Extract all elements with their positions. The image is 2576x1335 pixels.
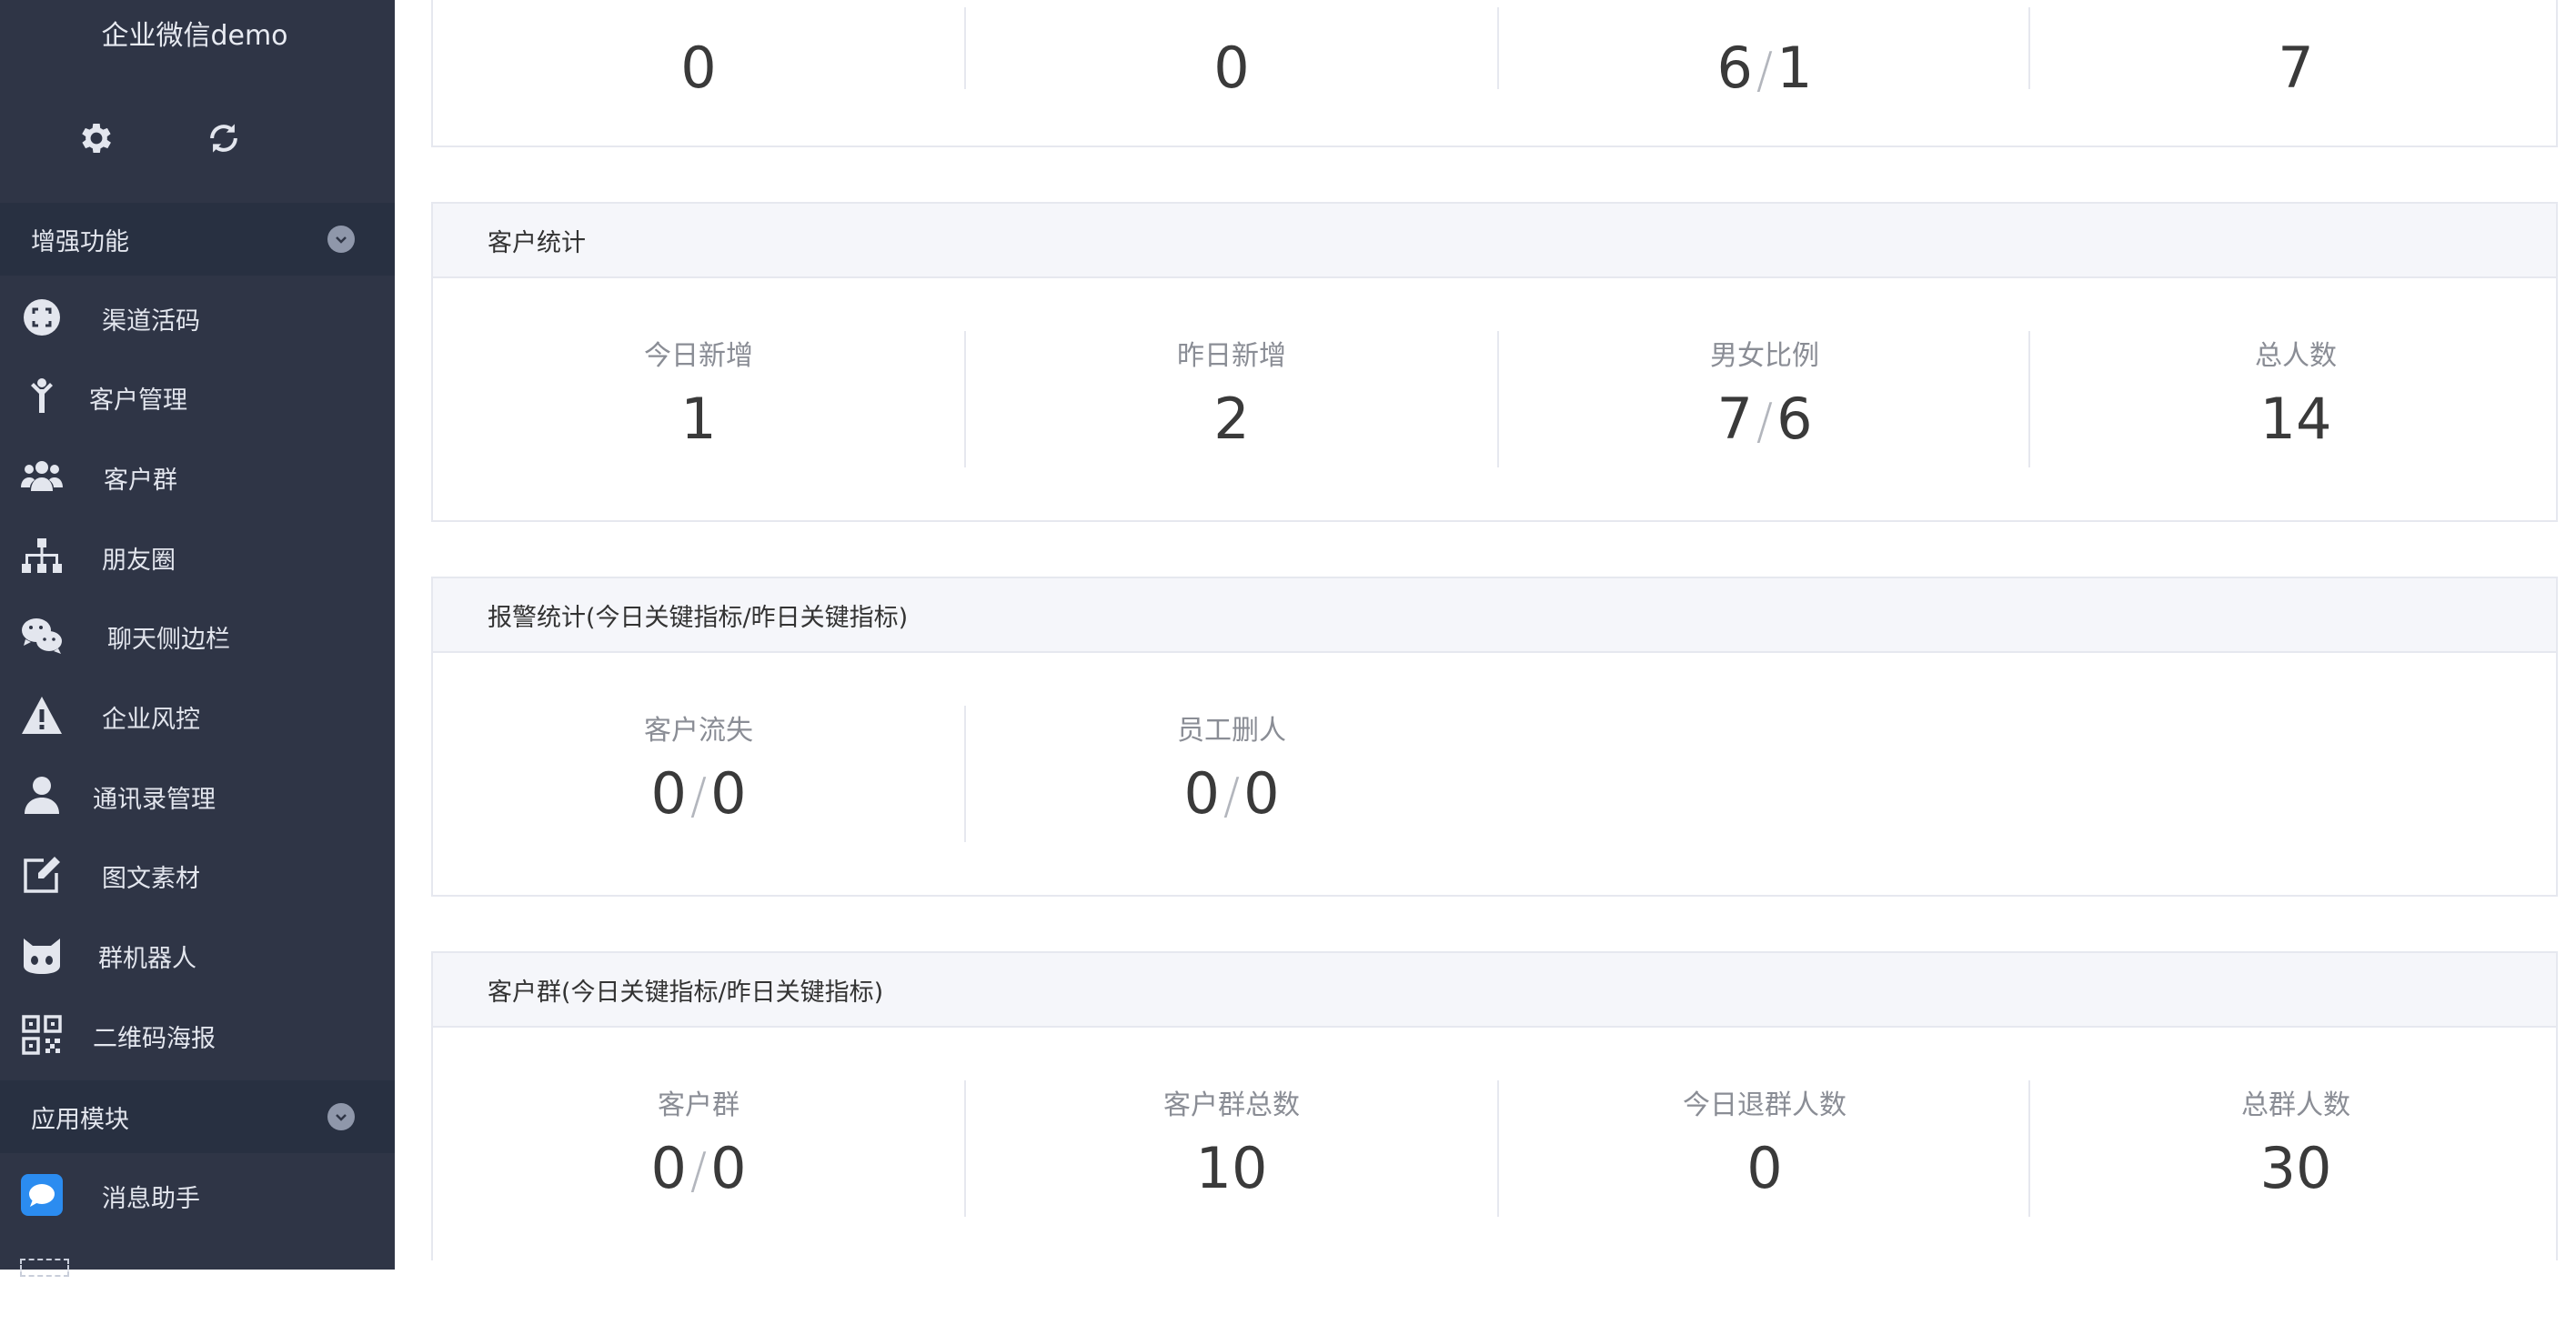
sidebar-item-group-robot[interactable]: 群机器人 (0, 915, 395, 993)
stat-label: 男女比例 (1710, 340, 1819, 372)
stat-value: 0 (1213, 35, 1250, 101)
sidebar-item-customer-group[interactable]: 客户群 (0, 437, 395, 515)
stat-value: 0 (650, 760, 687, 827)
group-stats-panel: 客户群(今日关键指标/昨日关键指标) 客户群 0/0 客户群总数 10 今日退群… (431, 951, 2558, 1260)
stat-group-total: 客户群总数 10 (966, 1082, 1497, 1197)
stat-total-people: 总人数 14 (2030, 333, 2561, 447)
stat-value: 6 (1716, 35, 1753, 101)
stat-gender-ratio: 男女比例 7/6 (1499, 333, 2030, 447)
stat-value: 0 (1746, 1135, 1783, 1201)
dashed-box-icon (20, 1259, 69, 1277)
stat-value: 7 (1716, 386, 1753, 452)
stat-today-new: 今日新增 1 (433, 333, 964, 447)
stat-value: 0 (1183, 760, 1220, 827)
sidebar-item-contacts[interactable]: 通讯录管理 (0, 756, 395, 834)
sidebar-item-customer-management[interactable]: 客户管理 (0, 356, 395, 435)
chat-bubble-icon (20, 1173, 64, 1217)
stat-value-secondary: 0 (710, 760, 747, 827)
stat-value: 30 (2259, 1135, 2332, 1201)
stat-value: 0 (680, 35, 717, 101)
refresh-icon[interactable] (204, 118, 244, 158)
panel-header: 报警统计(今日关键指标/昨日关键指标) (433, 578, 2556, 653)
stat-customer-group: 客户群 0/0 (433, 1082, 964, 1197)
stat-value-secondary: 0 (1243, 760, 1280, 827)
section-app-modules[interactable]: 应用模块 (0, 1080, 395, 1153)
panel-title: 客户统计 (488, 228, 586, 257)
stat-label: 客户群 (658, 1089, 740, 1121)
stat-value: 1 (680, 386, 717, 452)
edit-icon (20, 853, 64, 897)
stat-employee-delete: 员工删人 0/0 (966, 708, 1497, 822)
customer-stats-panel: 客户统计 今日新增 1 昨日新增 2 男女比例 7/6 总人数 14 (431, 202, 2558, 522)
summary-stat-4: 7 (2030, 22, 2561, 96)
value-separator: / (1756, 393, 1774, 450)
sidebar: 企业微信demo 增强功能 渠道活码 客户管理 客户群 朋友圈 聊天侧边栏 企业… (0, 0, 395, 1277)
stat-value-secondary: 0 (710, 1135, 747, 1201)
qrcode-scan-icon (20, 296, 64, 339)
panel-title: 客户群(今日关键指标/昨日关键指标) (488, 978, 884, 1007)
sidebar-toolbar (76, 118, 244, 158)
stat-label: 今日新增 (644, 340, 753, 372)
stat-value: 10 (1195, 1135, 1268, 1201)
panel-header: 客户统计 (433, 204, 2556, 278)
app-title: 企业微信demo (101, 20, 288, 52)
value-separator: / (1223, 768, 1241, 825)
stat-label: 总群人数 (2241, 1089, 2350, 1121)
stat-value: 7 (2278, 35, 2314, 101)
value-separator: / (1756, 42, 1774, 99)
section-enhanced-features[interactable]: 增强功能 (0, 203, 395, 276)
alert-stats: 客户流失 0/0 员工删人 0/0 (433, 653, 2556, 969)
stat-label: 客户群总数 (1163, 1089, 1300, 1121)
stat-value-secondary: 6 (1776, 386, 1813, 452)
group-stats: 客户群 0/0 客户群总数 10 今日退群人数 0 总群人数 30 (433, 1028, 2556, 1335)
value-separator: / (689, 1142, 708, 1199)
wechat-icon (20, 614, 64, 657)
stat-label: 总人数 (2255, 340, 2337, 372)
sitemap-icon (20, 535, 64, 578)
chevron-down-icon (327, 226, 355, 253)
stat-value: 2 (1213, 386, 1250, 452)
sidebar-item-message-assistant[interactable]: 消息助手 (0, 1155, 395, 1233)
stat-value: 0 (650, 1135, 687, 1201)
summary-stat-2: 0 (966, 22, 1497, 96)
sidebar-item-channel-code[interactable]: 渠道活码 (0, 277, 395, 356)
stat-value-secondary: 1 (1776, 35, 1813, 101)
stat-yesterday-new: 昨日新增 2 (966, 333, 1497, 447)
summary-panel: 0 0 6/1 7 (431, 0, 2558, 147)
sidebar-item-materials[interactable]: 图文素材 (0, 835, 395, 913)
person-icon (20, 375, 64, 418)
chevron-down-icon (327, 1103, 355, 1130)
qrcode-icon (20, 1013, 64, 1057)
stat-value: 14 (2259, 386, 2332, 452)
summary-stat-3: 6/1 (1499, 22, 2030, 96)
users-icon (20, 455, 64, 498)
alert-stats-panel: 报警统计(今日关键指标/昨日关键指标) 客户流失 0/0 员工删人 0/0 (431, 577, 2558, 897)
user-icon (20, 774, 64, 818)
sidebar-item-moments[interactable]: 朋友圈 (0, 517, 395, 595)
panel-header: 客户群(今日关键指标/昨日关键指标) (433, 953, 2556, 1028)
stat-label: 今日退群人数 (1683, 1089, 1846, 1121)
panel-title: 报警统计(今日关键指标/昨日关键指标) (488, 603, 909, 632)
summary-stats: 0 0 6/1 7 (433, 0, 2556, 146)
gear-icon[interactable] (76, 118, 116, 158)
stat-label: 昨日新增 (1177, 340, 1286, 372)
robot-icon (20, 933, 64, 977)
sidebar-item-qr-poster[interactable]: 二维码海报 (0, 995, 395, 1073)
summary-stat-1: 0 (433, 22, 964, 96)
stat-label: 员工删人 (1177, 715, 1286, 747)
stat-group-members: 总群人数 30 (2030, 1082, 2561, 1197)
sidebar-item-chat-sidebar[interactable]: 聊天侧边栏 (0, 596, 395, 674)
stat-today-quit: 今日退群人数 0 (1499, 1082, 2030, 1197)
customer-stats: 今日新增 1 昨日新增 2 男女比例 7/6 总人数 14 (433, 278, 2556, 595)
value-separator: / (689, 768, 708, 825)
warning-icon (20, 694, 64, 738)
stat-customer-loss: 客户流失 0/0 (433, 708, 964, 822)
stat-label: 客户流失 (644, 715, 753, 747)
sidebar-item-risk-control[interactable]: 企业风控 (0, 676, 395, 754)
